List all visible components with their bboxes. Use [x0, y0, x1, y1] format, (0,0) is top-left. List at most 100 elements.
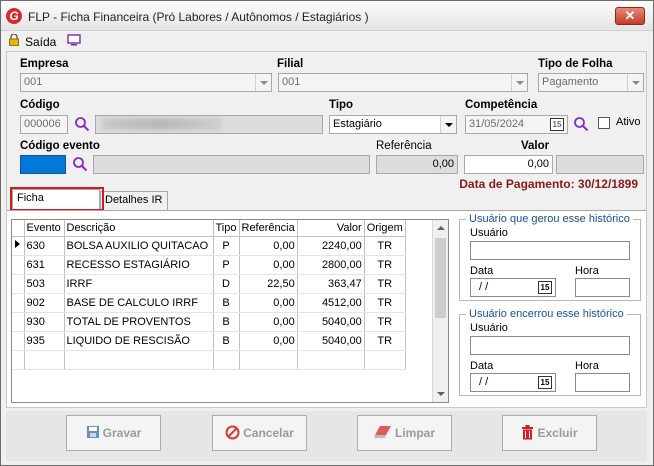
table-cell: 503 [24, 274, 65, 294]
filial-value: 001 [282, 76, 301, 88]
table-cell: 363,47 [297, 274, 365, 294]
history-closed-title: Usuário encerrou esse histórico [466, 308, 627, 320]
data-label: Data [470, 360, 494, 372]
search-icon[interactable] [74, 116, 90, 132]
chevron-down-icon [627, 74, 643, 91]
competencia-value: 31/05/2024 [469, 118, 525, 130]
row-indicator [12, 293, 25, 313]
calendar-icon[interactable]: 15 [538, 281, 552, 294]
chevron-down-icon [255, 74, 271, 91]
table-cell: BOLSA AUXILIO QUITACAO [64, 236, 214, 256]
hora-closed-field[interactable] [575, 373, 630, 392]
table-cell: 0,00 [239, 255, 298, 275]
scroll-down-icon[interactable] [437, 392, 445, 396]
chevron-down-icon [440, 116, 456, 133]
table-row[interactable]: 935 LIQUIDO DE RESCISÃO B 0,00 5040,00 TR [12, 331, 406, 351]
table-cell: 930 [24, 312, 65, 332]
competencia-input[interactable]: 31/05/2024 15 [465, 115, 568, 134]
table-cell: P [213, 255, 240, 275]
events-table: Evento Descrição Tipo Referência Valor O… [12, 220, 406, 370]
codigo-evento-label: Código evento [20, 140, 100, 152]
valor-input[interactable]: 0,00 [464, 155, 553, 174]
empresa-select[interactable]: 001 [20, 73, 272, 92]
calendar-icon[interactable]: 15 [550, 118, 564, 131]
table-cell: LIQUIDO DE RESCISÃO [64, 331, 214, 351]
filial-select[interactable]: 001 [278, 73, 528, 92]
search-icon[interactable] [72, 156, 88, 172]
table-cell: B [213, 312, 240, 332]
usuario-label: Usuário [470, 322, 508, 334]
evento-description-field [93, 155, 370, 174]
ativo-label: Ativo [616, 116, 641, 128]
data-label: Data [470, 265, 494, 277]
tipo-folha-label: Tipo de Folha [538, 58, 613, 70]
cancelar-button[interactable]: Cancelar [212, 415, 307, 451]
gravar-button[interactable]: Gravar [66, 415, 161, 451]
window-title: FLP - Ficha Financeira (Pró Labores / Au… [28, 10, 369, 24]
main-panel: Empresa 001 Filial 001 Tipo de Folha Pag… [6, 51, 647, 408]
tipo-value: Estagiário [333, 118, 382, 130]
table-cell-empty [239, 350, 298, 370]
table-row[interactable]: 631 RECESSO ESTAGIÁRIO P 0,00 2800,00 TR [12, 255, 406, 275]
col-descricao[interactable]: Descrição [64, 220, 214, 237]
monitor-icon[interactable] [67, 34, 81, 46]
tipo-select[interactable]: Estagiário [329, 115, 457, 134]
table-cell-empty [12, 350, 25, 370]
table-row[interactable]: 902 BASE DE CALCULO IRRF B 0,00 4512,00 TR [12, 293, 406, 313]
table-cell: 0,00 [239, 236, 298, 256]
table-row[interactable]: 630 BOLSA AUXILIO QUITACAO P 0,00 2240,00 TR [12, 236, 406, 256]
filial-label: Filial [277, 58, 304, 70]
usuario-created-field[interactable] [470, 241, 630, 260]
tab-detalhes-ir[interactable]: Detalhes IR [100, 191, 168, 210]
title-bar: G FLP - Ficha Financeira (Pró Labores / … [1, 1, 653, 31]
vertical-scrollbar[interactable] [432, 220, 448, 402]
search-icon[interactable] [573, 116, 589, 132]
excluir-button[interactable]: Excluir [502, 415, 597, 451]
redacted-name [102, 118, 222, 130]
referencia-input[interactable]: 0,00 [376, 155, 458, 174]
row-indicator [12, 312, 25, 332]
window: G FLP - Ficha Financeira (Pró Labores / … [0, 0, 654, 466]
toolbar: Saída [1, 31, 653, 51]
codigo-evento-input[interactable] [20, 155, 66, 174]
table-cell: 22,50 [239, 274, 298, 294]
col-tipo[interactable]: Tipo [213, 220, 240, 237]
limpar-button[interactable]: Limpar [357, 415, 452, 451]
table-cell: 630 [24, 236, 65, 256]
usuario-closed-field[interactable] [470, 336, 630, 355]
lock-icon[interactable] [9, 34, 19, 46]
ativo-checkbox[interactable] [598, 117, 610, 129]
table-cell: TOTAL DE PROVENTOS [64, 312, 214, 332]
data-created-field[interactable]: / / 15 [470, 278, 556, 297]
tipo-label: Tipo [329, 99, 354, 111]
col-valor[interactable]: Valor [297, 220, 365, 237]
scroll-up-icon[interactable] [437, 226, 445, 230]
col-origem[interactable]: Origem [364, 220, 406, 237]
row-indicator [12, 274, 25, 294]
data-created-value: / / [479, 281, 489, 293]
scroll-thumb[interactable] [435, 238, 446, 318]
table-row[interactable]: 503 IRRF D 22,50 363,47 TR [12, 274, 406, 294]
valor-extra-field [556, 155, 644, 174]
table-cell-empty [64, 350, 214, 370]
data-closed-field[interactable]: / / 15 [470, 373, 556, 392]
table-cell: 0,00 [239, 312, 298, 332]
table-cell: TR [364, 274, 406, 294]
table-row[interactable]: 930 TOTAL DE PROVENTOS B 0,00 5040,00 TR [12, 312, 406, 332]
usuario-label: Usuário [470, 227, 508, 239]
col-referencia[interactable]: Referência [239, 220, 298, 237]
table-cell: IRRF [64, 274, 214, 294]
table-cell: TR [364, 255, 406, 275]
hora-created-field[interactable] [575, 278, 630, 297]
table-cell: 631 [24, 255, 65, 275]
codigo-input[interactable]: 000006 [20, 115, 68, 134]
excluir-label: Excluir [537, 426, 578, 440]
hora-label: Hora [575, 265, 599, 277]
exit-button[interactable]: Saída [25, 35, 56, 49]
col-evento[interactable]: Evento [24, 220, 65, 237]
employee-name-field [95, 115, 323, 134]
tipo-folha-select[interactable]: Pagamento [538, 73, 644, 92]
events-grid[interactable]: Evento Descrição Tipo Referência Valor O… [11, 219, 449, 403]
close-button[interactable]: ✕ [615, 7, 645, 25]
calendar-icon[interactable]: 15 [538, 376, 552, 389]
